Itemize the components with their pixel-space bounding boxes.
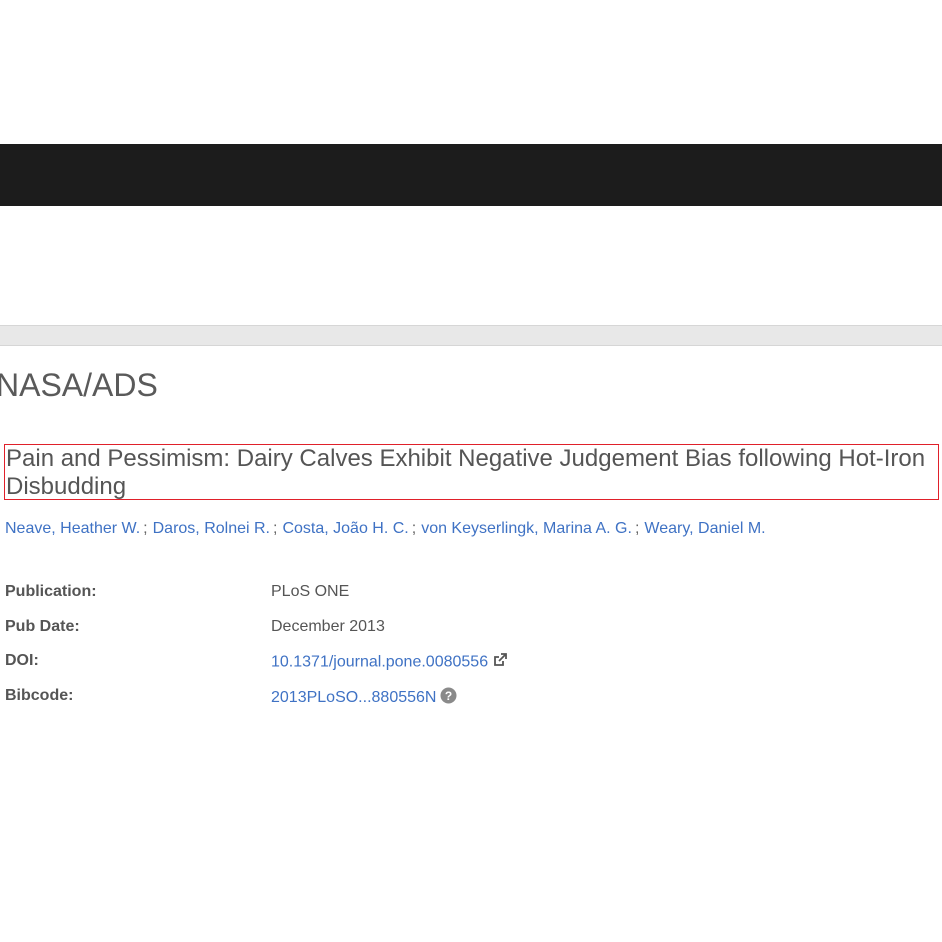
publication-label: Publication: <box>5 583 97 600</box>
site-brand: NASA/ADS <box>0 367 158 403</box>
article-title: Pain and Pessimism: Dairy Calves Exhibit… <box>4 444 939 500</box>
author-link[interactable]: Neave, Heather W. <box>5 520 140 537</box>
author-link[interactable]: Weary, Daniel M. <box>644 520 765 537</box>
author-link[interactable]: Daros, Rolnei R. <box>153 520 270 537</box>
bibcode-label: Bibcode: <box>5 687 74 704</box>
author-separator: ; <box>143 520 148 537</box>
header-divider-strip <box>0 325 942 346</box>
publication-value: PLoS ONE <box>271 583 350 600</box>
author-separator: ; <box>411 520 417 537</box>
top-navigation-bar <box>0 144 942 206</box>
author-list: Neave, Heather W.; Daros, Rolnei R.; Costa… <box>5 519 766 539</box>
bibcode-row: 2013PLoSO...880556N ? <box>271 687 457 709</box>
pubdate-label: Pub Date: <box>5 618 80 635</box>
external-link-icon[interactable] <box>492 652 508 673</box>
author-separator: ; <box>273 520 278 537</box>
doi-row: 10.1371/journal.pone.0080556 <box>271 652 508 673</box>
author-separator: ; <box>634 520 640 537</box>
bibcode-link[interactable]: 2013PLoSO...880556N <box>271 689 436 706</box>
question-circle-icon[interactable]: ? <box>440 687 457 709</box>
doi-label: DOI: <box>5 652 39 669</box>
svg-text:?: ? <box>445 689 452 703</box>
author-link[interactable]: von Keyserlingk, Marina A. G. <box>421 520 632 537</box>
author-link[interactable]: Costa, João H. C. <box>282 520 408 537</box>
pubdate-value: December 2013 <box>271 618 385 635</box>
doi-link[interactable]: 10.1371/journal.pone.0080556 <box>271 654 488 671</box>
